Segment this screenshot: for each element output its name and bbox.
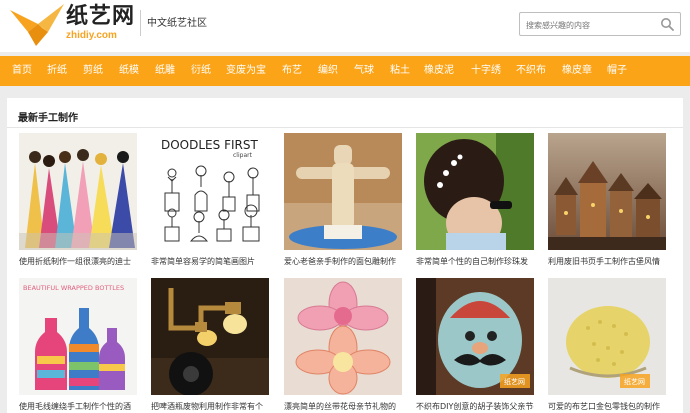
logo-chinese-text: 纸艺网 [66, 4, 136, 29]
main-nav: 首页 折纸 剪纸 纸模 纸雕 衍纸 变废为宝 布艺 编织 气球 粘土 橡皮泥 十… [0, 56, 690, 86]
card-caption[interactable]: 使用毛线缠绕手工制作个性的酒 [19, 402, 137, 412]
nav-item-papermodel[interactable]: 纸模 [119, 56, 139, 86]
nav-item-papercut[interactable]: 剪纸 [83, 56, 103, 86]
watermark-text: 纸艺网 [624, 377, 645, 386]
beer-bottle-lamp-thumbnail[interactable] [151, 278, 269, 395]
search-box [519, 12, 681, 37]
logo-domain-text: zhidiy.com [66, 30, 117, 41]
card-caption[interactable]: 非常简单容易学的简笔画图片 [151, 257, 269, 267]
craft-card[interactable]: 爱心老爸亲手制作的面包雕制作 [284, 133, 402, 267]
craft-card[interactable]: 非常简单个性的自己制作珍珠发 [416, 133, 534, 267]
nav-item-clay[interactable]: 粘土 [390, 56, 410, 86]
card-caption[interactable]: 漂亮简单的丝带花母亲节礼物的 [284, 402, 402, 412]
nav-item-origami[interactable]: 折纸 [47, 56, 67, 86]
nav-item-stamp[interactable]: 橡皮章 [562, 56, 592, 86]
origami-crane-logo-icon[interactable] [8, 2, 66, 48]
site-tagline: 中文纸艺社区 [147, 18, 207, 29]
nav-item-quilling[interactable]: 衍纸 [191, 56, 211, 86]
nav-item-crossstitch[interactable]: 十字绣 [471, 56, 501, 86]
site-header: 纸艺网 zhidiy.com 中文纸艺社区 [0, 0, 690, 52]
nav-item-papercarve[interactable]: 纸雕 [155, 56, 175, 86]
craft-card[interactable]: BEAUTIFUL WRAPPED BOTTLES 使用毛线缠绕手工制作个性的酒 [19, 278, 137, 412]
doodles-title-text: DOODLES FIRST [161, 138, 258, 152]
nav-item-felt[interactable]: 不织布 [516, 56, 546, 86]
card-caption[interactable]: 可爱的布艺口金包零钱包的制作 [548, 402, 666, 412]
site-logo[interactable]: 纸艺网 zhidiy.com [66, 4, 135, 42]
craft-card[interactable]: 把啤酒瓶废物利用制作非常有个 [151, 278, 269, 412]
craft-card[interactable]: DOODLES FIRST clipart 非常简单容易学的简笔画图片 [151, 133, 269, 267]
search-input[interactable] [526, 14, 656, 37]
craft-card[interactable]: 利用废旧书页手工制作古堡风情 [548, 133, 666, 267]
nav-item-home[interactable]: 首页 [12, 56, 32, 86]
yarn-wrapped-bottles-thumbnail[interactable]: BEAUTIFUL WRAPPED BOTTLES [19, 278, 137, 395]
nav-item-knit[interactable]: 编织 [318, 56, 338, 86]
book-page-castle-thumbnail[interactable] [548, 133, 666, 250]
felt-mustache-thumbnail[interactable]: 纸艺网 [416, 278, 534, 395]
pearl-hair-clip-thumbnail[interactable] [416, 133, 534, 250]
card-caption[interactable]: 利用废旧书页手工制作古堡风情 [548, 257, 666, 267]
section-divider [7, 127, 683, 128]
card-caption[interactable]: 非常简单个性的自己制作珍珠发 [416, 257, 534, 267]
bottles-caption-text: BEAUTIFUL WRAPPED BOTTLES [23, 284, 124, 292]
card-caption[interactable]: 把啤酒瓶废物利用制作非常有个 [151, 402, 269, 412]
craft-card[interactable]: 纸艺网 可爱的布艺口金包零钱包的制作 [548, 278, 666, 412]
doodles-clipart-thumbnail[interactable]: DOODLES FIRST clipart [151, 133, 269, 250]
nav-item-plasticine[interactable]: 橡皮泥 [424, 56, 454, 86]
watermark-text: 纸艺网 [504, 377, 525, 386]
card-caption[interactable]: 爱心老爸亲手制作的面包雕制作 [284, 257, 402, 267]
bread-sculpture-thumbnail[interactable] [284, 133, 402, 250]
nav-item-upcycle[interactable]: 变废为宝 [226, 56, 266, 86]
craft-card[interactable]: 漂亮简单的丝带花母亲节礼物的 [284, 278, 402, 412]
nav-item-hats[interactable]: 帽子 [607, 56, 627, 86]
card-caption[interactable]: 不织布DIY创意的胡子装饰父亲节礼 [416, 402, 534, 412]
card-caption[interactable]: 使用折纸制作一组很漂亮的迪士 [19, 257, 137, 267]
nav-item-balloon[interactable]: 气球 [354, 56, 374, 86]
section-title: 最新手工制作 [18, 113, 78, 124]
origami-princess-thumbnail[interactable] [19, 133, 137, 250]
craft-card[interactable]: 纸艺网 不织布DIY创意的胡子装饰父亲节礼 [416, 278, 534, 412]
search-icon[interactable] [660, 17, 674, 31]
coin-purse-thumbnail[interactable]: 纸艺网 [548, 278, 666, 395]
header-divider [140, 10, 141, 36]
latest-crafts-panel: 最新手工制作 使用折纸制作一组很漂亮的迪士 DOODLES FIRST clip… [7, 98, 683, 413]
doodles-sub-text: clipart [233, 152, 253, 159]
craft-card[interactable]: 使用折纸制作一组很漂亮的迪士 [19, 133, 137, 267]
ribbon-flower-thumbnail[interactable] [284, 278, 402, 395]
nav-item-fabric[interactable]: 布艺 [282, 56, 302, 86]
